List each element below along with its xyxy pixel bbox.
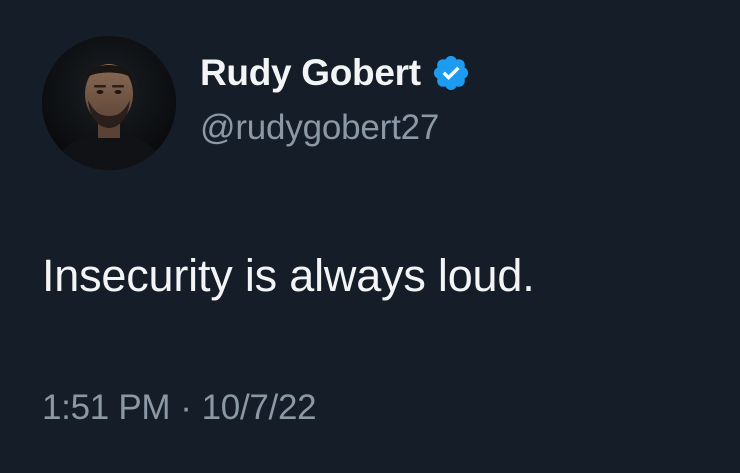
author-name-row: Rudy Gobert [200,50,471,96]
tweet-time[interactable]: 1:51 PM [42,388,171,428]
profile-photo [42,36,176,170]
author-handle[interactable]: @rudygobert27 [200,108,439,148]
tweet-date[interactable]: 10/7/22 [202,388,317,428]
meta-separator: · [180,388,192,427]
tweet-meta: 1:51 PM · 10/7/22 [42,388,317,428]
verified-badge-icon [431,53,471,93]
tweet-card: Rudy Gobert @rudygobert27 Insecurity is … [0,0,740,473]
display-name[interactable]: Rudy Gobert [200,52,421,94]
tweet-text: Insecurity is always loud. [42,250,535,301]
avatar[interactable] [42,36,176,170]
